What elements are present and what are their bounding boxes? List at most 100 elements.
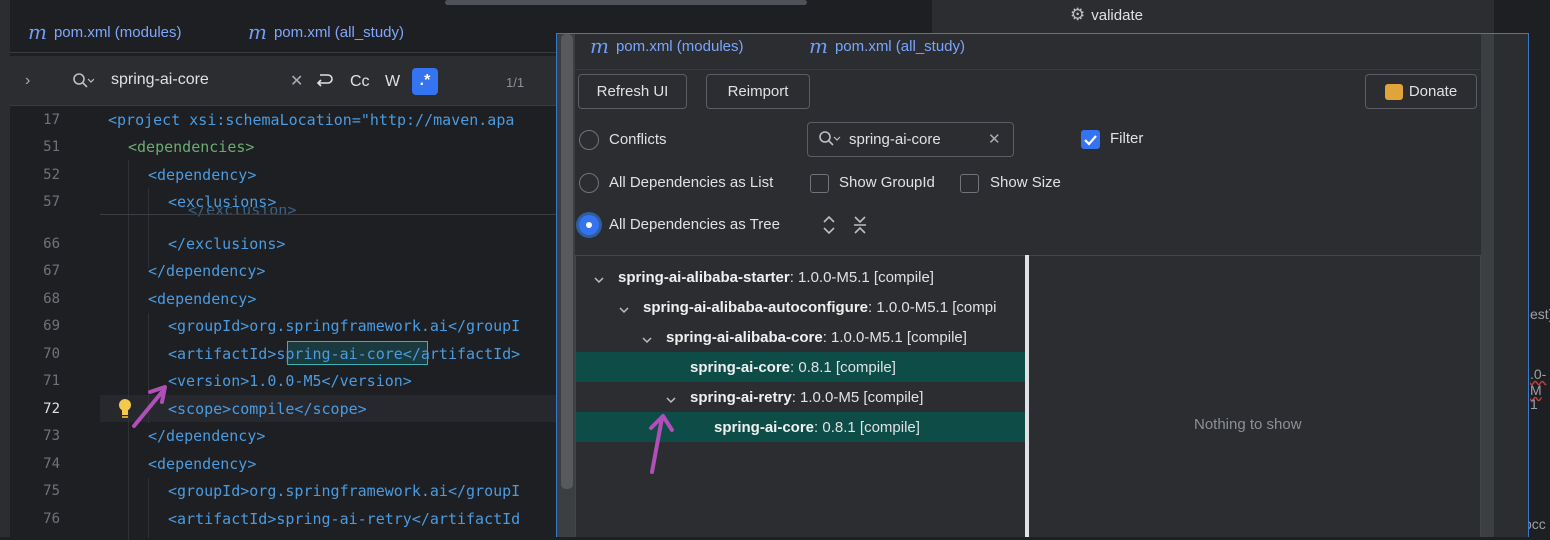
validate-label: validate [1091, 6, 1143, 24]
artifact-name: spring-ai-alibaba-core [666, 328, 823, 346]
right-strip-text: 1 [1530, 396, 1538, 412]
code-line[interactable]: </exclusions> [168, 234, 285, 254]
words-toggle[interactable]: W [385, 73, 400, 91]
line-number: 71 [43, 373, 60, 389]
filter-checkbox[interactable] [1081, 130, 1100, 149]
code-line[interactable]: <dependencies> [128, 137, 254, 157]
right-strip-text: est) [1530, 306, 1550, 322]
clear-search-icon[interactable]: ✕ [988, 130, 1001, 148]
chevron-down-icon[interactable] [642, 332, 652, 344]
chevron-down-icon[interactable] [619, 302, 629, 314]
artifact-version: : 0.8.1 [compile] [814, 418, 920, 436]
line-number: 70 [43, 346, 60, 362]
code-line[interactable]: <version>1.0.0-M5</version> [168, 371, 412, 391]
indent-guide [128, 160, 129, 540]
fold-separator [100, 214, 560, 215]
horizontal-scrollbar[interactable] [445, 0, 807, 5]
code-line[interactable]: <dependency> [148, 289, 256, 309]
donate-button[interactable]: Donate [1365, 74, 1477, 109]
annotation-arrow-icon [642, 412, 676, 481]
reimport-button[interactable]: Reimport [706, 74, 810, 109]
line-number: 51 [43, 139, 60, 155]
code-line[interactable]: <groupId>org.springframework.ai</groupI [168, 481, 520, 501]
tree-row[interactable]: spring-ai-core : 0.8.1 [compile] [576, 352, 1025, 382]
artifact-version: : 1.0.0-M5 [compile] [791, 388, 924, 406]
chevron-down-icon[interactable] [666, 392, 676, 404]
code-line[interactable]: <project xsi:schemaLocation="http://mave… [108, 110, 514, 130]
expand-all-icon[interactable] [821, 215, 837, 240]
show-size-label: Show Size [990, 174, 1061, 191]
code-line[interactable]: </dependency> [148, 261, 265, 281]
editor-tab-modules[interactable]: m pom.xml (modules) [28, 20, 182, 44]
donate-label: Donate [1408, 83, 1458, 100]
tab-label: pom.xml (modules) [53, 23, 182, 41]
code-line[interactable]: <scope>compile</scope> [168, 399, 367, 419]
line-number: 75 [43, 483, 60, 499]
line-number: 74 [43, 456, 60, 472]
artifact-name: spring-ai-core [714, 418, 815, 436]
tree-row[interactable]: spring-ai-alibaba-core : 1.0.0-M5.1 [com… [576, 322, 1025, 352]
panel-left-scrollbar-thumb[interactable] [561, 34, 573, 489]
artifact-version: : 0.8.1 [compile] [790, 358, 896, 376]
gear-icon: ⚙ [1070, 5, 1086, 24]
indent-guide [148, 478, 149, 538]
top-right-toolbar [932, 0, 1550, 33]
dependency-search-input[interactable]: spring-ai-core [849, 130, 941, 150]
as-list-radio[interactable] [579, 173, 599, 193]
search-icon[interactable] [72, 72, 95, 95]
empty-state-text: Nothing to show [1194, 416, 1302, 433]
code-line[interactable]: <dependency> [148, 165, 256, 185]
code-line[interactable]: <groupId>org.springframework.ai</groupI [168, 316, 520, 336]
code-line[interactable]: <dependency> [148, 454, 256, 474]
annotation-arrow-icon [128, 384, 168, 435]
tree-row[interactable]: spring-ai-retry : 1.0.0-M5 [compile] [576, 382, 1025, 412]
refresh-ui-button[interactable]: Refresh UI [578, 74, 687, 109]
chevron-down-icon[interactable] [594, 272, 604, 284]
validate-item[interactable]: ⚙ validate [1070, 5, 1143, 25]
show-groupid-checkbox[interactable] [810, 174, 829, 193]
donate-icon [1384, 83, 1403, 100]
editor-tab-all-study[interactable]: m pom.xml (all_study) [248, 20, 404, 44]
show-size-checkbox[interactable] [960, 174, 979, 193]
tree-row[interactable]: spring-ai-alibaba-autoconfigure : 1.0.0-… [576, 292, 1025, 322]
clear-search-icon[interactable]: ✕ [290, 71, 303, 91]
find-input[interactable]: spring-ai-core [111, 71, 209, 89]
line-number: 68 [43, 291, 60, 307]
checkmark-icon [1084, 135, 1097, 146]
panel-right-scrollbar[interactable] [1481, 34, 1494, 537]
panel-tab-modules[interactable]: m pom.xml (modules) [590, 34, 744, 58]
conflicts-label: Conflicts [609, 131, 667, 148]
new-line-icon[interactable] [314, 71, 334, 96]
search-icon[interactable] [818, 130, 842, 153]
panel-tab-all-study[interactable]: m pom.xml (all_study) [809, 34, 966, 58]
tab-label: pom.xml (all_study) [834, 37, 966, 55]
line-number: 72 [43, 401, 60, 417]
line-number: 76 [43, 511, 60, 527]
tab-divider [575, 69, 1481, 70]
code-line[interactable]: <artifactId>spring-ai-core</artifactId> [168, 344, 520, 364]
tree-row[interactable]: spring-ai-alibaba-starter : 1.0.0-M5.1 [… [576, 262, 1025, 292]
match-case-toggle[interactable]: Cc [350, 73, 370, 91]
match-count: 1/1 [506, 75, 525, 90]
conflicts-radio[interactable] [579, 130, 599, 150]
as-tree-radio[interactable] [579, 215, 599, 235]
line-number: 57 [43, 194, 60, 210]
maven-icon: m [809, 34, 828, 58]
regex-toggle[interactable]: .* [412, 68, 438, 95]
artifact-version: : 1.0.0-M5.1 [compile] [789, 268, 934, 286]
folded-code-fragment: </exclusion> [188, 207, 297, 219]
line-number: 69 [43, 318, 60, 334]
as-tree-label: All Dependencies as Tree [609, 216, 780, 233]
filter-label: Filter [1110, 130, 1144, 147]
line-number: 73 [43, 428, 60, 444]
left-gutter-strip [0, 0, 10, 537]
collapse-all-icon[interactable] [852, 215, 868, 240]
line-number: 52 [43, 167, 60, 183]
as-list-label: All Dependencies as List [609, 174, 774, 191]
show-groupid-label: Show GroupId [839, 174, 935, 191]
code-line[interactable]: <artifactId>spring-ai-retry</artifactId [168, 509, 520, 529]
artifact-name: spring-ai-core [690, 358, 791, 376]
expand-replace-chevron-icon[interactable]: › [25, 72, 39, 90]
tab-label: pom.xml (all_study) [273, 23, 405, 41]
right-strip-text: .0-M [1530, 366, 1547, 398]
